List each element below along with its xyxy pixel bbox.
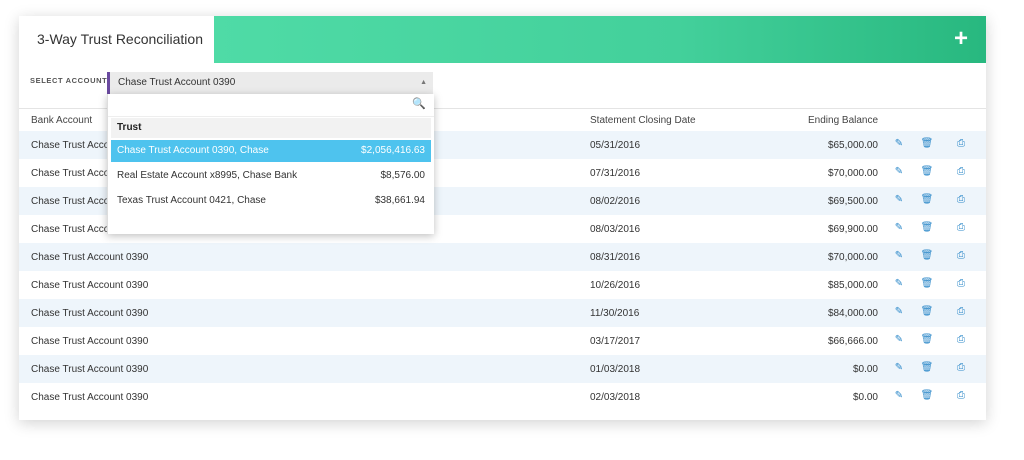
cell-statement-date: 10/26/2016 — [590, 280, 641, 291]
print-icon[interactable]: ⎙ — [954, 138, 968, 152]
trash-icon[interactable]: 🗑 — [920, 362, 934, 376]
print-icon[interactable]: ⎙ — [954, 166, 968, 180]
cell-bank-account: Chase Trust Acco — [31, 168, 110, 179]
edit-icon[interactable]: ✎ — [892, 362, 906, 376]
trash-icon[interactable]: 🗑 — [920, 166, 934, 180]
reconciliation-card: 3-Way Trust Reconciliation + SELECT ACCO… — [19, 16, 986, 420]
table-row: Chase Trust Account 0390 03/17/2017 $66,66… — [19, 327, 986, 355]
trash-icon[interactable]: 🗑 — [920, 222, 934, 236]
trash-icon[interactable]: 🗑 — [920, 306, 934, 320]
select-account-label: SELECT ACCOUNT — [30, 76, 108, 85]
edit-icon[interactable]: ✎ — [892, 194, 906, 208]
edit-icon[interactable]: ✎ — [892, 278, 906, 292]
trash-icon[interactable]: 🗑 — [920, 390, 934, 404]
cell-statement-date: 08/02/2016 — [590, 196, 641, 207]
card-header: 3-Way Trust Reconciliation + — [19, 16, 986, 64]
cell-ending-balance: $70,000.00 — [827, 168, 878, 179]
account-dropdown: 🔍 Trust Chase Trust Account 0390, Chase $… — [107, 94, 434, 234]
cell-statement-date: 07/31/2016 — [590, 168, 641, 179]
dropdown-option[interactable]: Chase Trust Account 0390, Chase $2,056,41… — [111, 140, 431, 162]
cell-ending-balance: $65,000.00 — [827, 140, 878, 151]
search-icon: 🔍 — [412, 98, 426, 110]
cell-statement-date: 05/31/2016 — [590, 140, 641, 151]
print-icon[interactable]: ⎙ — [954, 390, 968, 404]
table-row: Chase Trust Account 0390 11/30/2016 $84,00… — [19, 299, 986, 327]
trash-icon[interactable]: 🗑 — [920, 250, 934, 264]
trash-icon[interactable]: 🗑 — [920, 278, 934, 292]
cell-statement-date: 08/03/2016 — [590, 224, 641, 235]
edit-icon[interactable]: ✎ — [892, 390, 906, 404]
cell-statement-date: 03/17/2017 — [590, 336, 641, 347]
option-amount: $2,056,416.63 — [361, 145, 425, 156]
tab-trust-reconciliation[interactable]: 3-Way Trust Reconciliation — [19, 16, 214, 64]
cell-bank-account: Chase Trust Account 0390 — [31, 392, 149, 403]
select-account-row: SELECT ACCOUNT Chase Trust Account 0390 … — [19, 72, 986, 94]
chevron-up-icon: ▲ — [420, 79, 427, 86]
dropdown-option[interactable]: Real Estate Account x8995, Chase Bank $8,… — [111, 165, 431, 187]
trash-icon[interactable]: 🗑 — [920, 138, 934, 152]
cell-ending-balance: $69,500.00 — [827, 196, 878, 207]
trash-icon[interactable]: 🗑 — [920, 194, 934, 208]
cell-ending-balance: $70,000.00 — [827, 252, 878, 263]
cell-ending-balance: $69,900.00 — [827, 224, 878, 235]
cell-statement-date: 08/31/2016 — [590, 252, 641, 263]
edit-icon[interactable]: ✎ — [892, 138, 906, 152]
print-icon[interactable]: ⎙ — [954, 362, 968, 376]
cell-statement-date: 11/30/2016 — [590, 308, 640, 319]
account-select-value: Chase Trust Account 0390 — [118, 77, 236, 88]
dropdown-group-label: Trust — [111, 118, 431, 138]
option-amount: $8,576.00 — [380, 170, 426, 181]
cell-bank-account: Chase Trust Account 0390 — [31, 308, 149, 319]
cell-statement-date: 02/03/2018 — [590, 392, 641, 403]
option-amount: $38,661.94 — [374, 195, 425, 206]
edit-icon[interactable]: ✎ — [892, 306, 906, 320]
cell-bank-account: Chase Trust Acco — [31, 140, 110, 151]
print-icon[interactable]: ⎙ — [954, 334, 968, 348]
header-bar — [214, 16, 986, 63]
print-icon[interactable]: ⎙ — [954, 278, 968, 292]
add-button[interactable]: + — [948, 26, 974, 52]
cell-ending-balance: $0.00 — [852, 392, 878, 403]
option-name: Real Estate Account x8995, Chase Bank — [117, 170, 298, 181]
edit-icon[interactable]: ✎ — [892, 334, 906, 348]
cell-ending-balance: $0.00 — [852, 364, 878, 375]
dropdown-search[interactable]: 🔍 — [108, 94, 434, 117]
print-icon[interactable]: ⎙ — [954, 222, 968, 236]
table-row: Chase Trust Account 0390 08/31/2016 $70,00… — [19, 243, 986, 271]
cell-statement-date: 01/03/2018 — [590, 364, 641, 375]
cell-ending-balance: $66,666.00 — [827, 336, 878, 347]
cell-bank-account: Chase Trust Account 0390 — [31, 364, 149, 375]
print-icon[interactable]: ⎙ — [954, 250, 968, 264]
option-name: Texas Trust Account 0421, Chase — [117, 195, 266, 206]
header-bank-account: Bank Account — [31, 115, 93, 126]
dropdown-option[interactable]: Texas Trust Account 0421, Chase $38,661.9… — [111, 190, 431, 212]
cell-bank-account: Chase Trust Account 0390 — [31, 280, 149, 291]
table-row: Chase Trust Account 0390 02/03/2018 $0.00 ✎… — [19, 383, 986, 411]
cell-bank-account: Chase Trust Account 0390 — [31, 336, 149, 347]
cell-bank-account: Chase Trust Account 0390 — [31, 252, 149, 263]
edit-icon[interactable]: ✎ — [892, 250, 906, 264]
print-icon[interactable]: ⎙ — [954, 194, 968, 208]
table-row: Chase Trust Account 0390 10/26/2016 $85,00… — [19, 271, 986, 299]
edit-icon[interactable]: ✎ — [892, 222, 906, 236]
trash-icon[interactable]: 🗑 — [920, 334, 934, 348]
table-row: Chase Trust Account 0390 01/03/2018 $0.00 ✎… — [19, 355, 986, 383]
header-statement-date: Statement Closing Date — [590, 115, 696, 126]
cell-bank-account: Chase Trust Acco — [31, 196, 110, 207]
cell-ending-balance: $85,000.00 — [827, 280, 878, 291]
account-select[interactable]: Chase Trust Account 0390 ▲ — [107, 72, 433, 94]
edit-icon[interactable]: ✎ — [892, 166, 906, 180]
option-name: Chase Trust Account 0390, Chase — [117, 145, 269, 156]
print-icon[interactable]: ⎙ — [954, 306, 968, 320]
cell-ending-balance: $84,000.00 — [827, 308, 878, 319]
header-ending-balance: Ending Balance — [808, 115, 879, 126]
